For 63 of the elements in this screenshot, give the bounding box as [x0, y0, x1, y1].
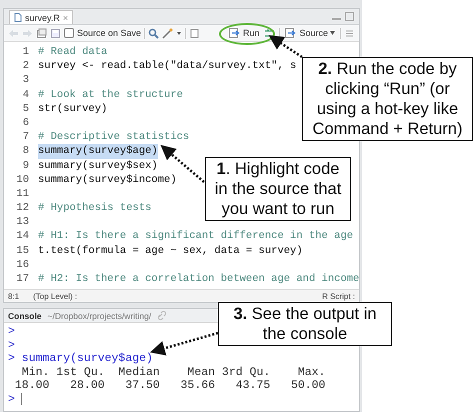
wand-icon[interactable]	[162, 28, 174, 38]
code-comment: # H2: Is there a correlation between age and income	[38, 272, 360, 286]
code-line: summary(survey$sex)	[38, 158, 158, 173]
callout-note: 2. Run the code by clicking “Run” (or using a hot-key like Command + Return)	[302, 57, 473, 141]
line-number: 10	[15, 172, 30, 187]
line-number: 16	[15, 258, 30, 272]
dotted-arrow	[150, 332, 218, 356]
code-comment: # Descriptive statistics	[38, 130, 190, 144]
file-type-selector[interactable]: R Script :	[322, 292, 355, 300]
save-icon[interactable]	[50, 28, 61, 38]
line-number: 6	[22, 116, 30, 130]
source-arrow-icon	[285, 28, 298, 38]
run-button[interactable]: Run	[226, 28, 262, 38]
window-icon[interactable]	[36, 28, 47, 38]
console-command: > summary(survey$age)	[8, 352, 153, 366]
line-number: 15	[15, 244, 30, 258]
scope-selector[interactable]: (Top Level) :	[33, 292, 78, 300]
highlight-ellipse	[218, 23, 275, 45]
line-number: 2	[22, 59, 30, 74]
line-number: 17	[15, 272, 30, 286]
code-comment: # Look at the structure	[38, 88, 183, 102]
line-number: 9	[22, 158, 30, 173]
line-number: 4	[22, 88, 30, 102]
file-icon	[14, 13, 22, 22]
code-line: str(survey)	[38, 102, 108, 116]
text-cursor	[20, 393, 22, 406]
line-number: 7	[22, 130, 30, 144]
menu-icon[interactable]	[344, 28, 355, 38]
console-prompt: >	[8, 392, 15, 406]
console-output: Min. 1st Qu. Median Mean 3rd Qu. Max.	[20, 366, 326, 379]
code-line: summary(survey$income)	[38, 172, 177, 187]
code-comment: # H1: Is there a significant difference in the age	[38, 229, 354, 244]
link-icon[interactable]	[157, 310, 168, 321]
line-number: 12	[15, 201, 30, 216]
line-number: 1	[22, 45, 30, 60]
caret-icon	[330, 31, 335, 35]
source-on-save-label: Source on Save	[77, 28, 142, 38]
code-line: t.test(formula = age ~ sex, data = survey)	[38, 244, 303, 258]
console-output: 18.00 28.00 37.50 35.66 43.75 50.00	[14, 379, 326, 392]
source-button[interactable]: Source	[283, 28, 337, 38]
pages-icon[interactable]	[189, 28, 200, 38]
code-comment: # Read data	[38, 45, 108, 60]
maximize-icon[interactable]	[344, 11, 355, 22]
cursor-position: 8:1	[8, 292, 20, 300]
callout-note: 1. Highlight code in the source that you want to run	[205, 157, 351, 221]
line-number: 3	[22, 73, 30, 88]
console-title: Console	[8, 310, 42, 320]
source-on-save-checkbox[interactable]	[64, 28, 74, 38]
dotted-arrow	[268, 35, 303, 58]
code-comment: # Hypothesis tests	[38, 201, 152, 216]
console-prompt: >	[8, 325, 15, 338]
console-prompt: >	[8, 338, 15, 352]
line-number: 13	[15, 215, 30, 230]
line-number: 11	[15, 186, 30, 202]
callout-note: 3. See the output in the console	[218, 302, 392, 346]
search-icon[interactable]	[148, 28, 160, 38]
line-number: 14	[15, 229, 30, 244]
console-path: ~/Dropbox/rprojects/writing/	[48, 310, 152, 320]
line-number: 5	[22, 102, 30, 116]
file-tab[interactable]: survey.R ×	[9, 10, 74, 24]
code-line: survey <- read.table("data/survey.txt", s	[38, 59, 296, 74]
run-arrow-icon	[228, 28, 241, 38]
line-number: 8	[22, 144, 30, 158]
